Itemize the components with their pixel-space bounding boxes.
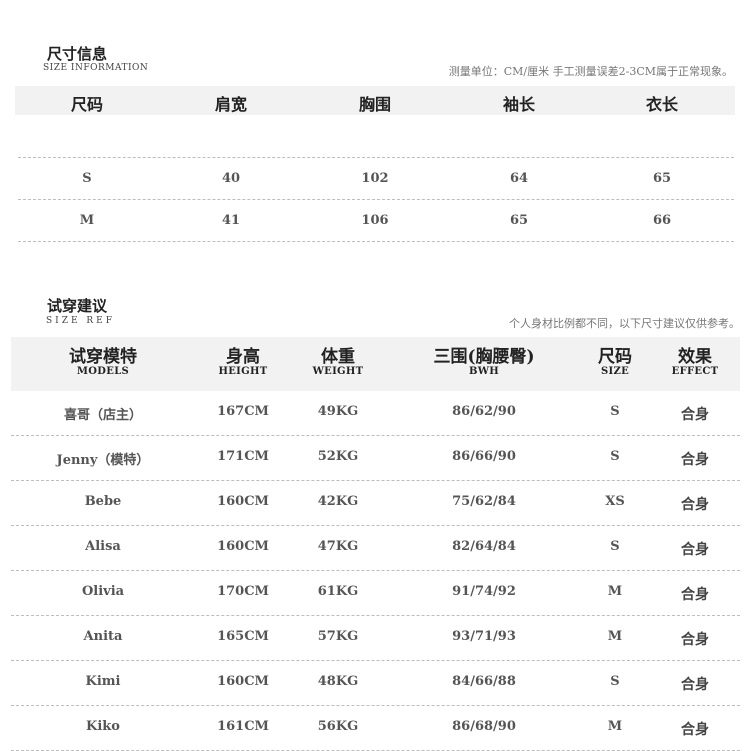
row-divider [11,525,740,526]
table-cell: 41 [221,213,241,228]
table-cell: 52KG [317,449,359,464]
table-cell: S [610,674,620,689]
table-cell: 56KG [317,719,359,734]
table-cell: 86/68/90 [452,719,516,734]
row-divider [11,435,740,436]
table-cell: 91/74/92 [452,584,516,599]
table-cell: 75/62/84 [452,494,516,509]
table-cell: 160CM [217,494,269,509]
table-cell: 喜哥（店主） [63,408,143,423]
ref-col-header-size: 尺码 SIZE [598,347,632,377]
table-cell: 48KG [317,674,359,689]
table-cell: Anita [83,629,123,644]
table-cell: Kiko [86,719,120,734]
table-cell: 160CM [217,674,269,689]
table-cell: M [607,584,623,599]
size-col-header: 肩宽 [214,95,248,114]
table-cell: 49KG [317,404,359,419]
table-cell: 64 [509,171,529,186]
row-divider [11,660,740,661]
size-col-header: 胸围 [358,95,392,114]
table-cell: 40 [221,171,241,186]
table-cell: S [610,539,620,554]
row-divider [18,157,734,158]
size-col-header: 衣长 [645,95,679,114]
table-cell: 65 [509,213,529,228]
table-cell: Jenny（模特） [56,453,150,468]
table-cell: M [79,213,95,228]
table-cell: XS [605,494,625,509]
table-cell: 66 [652,213,672,228]
row-divider [18,241,734,242]
ref-col-header-models: 试穿模特 MODELS [69,347,137,377]
size-info-note: 测量单位：CM/厘米 手工测量误差2-3CM属于正常现象。 [448,65,733,78]
row-divider [11,570,740,571]
table-cell: 合身 [681,722,709,738]
table-cell: Bebe [84,494,122,509]
table-cell: 合身 [681,587,709,603]
table-cell: 86/62/90 [452,404,516,419]
table-cell: 合身 [681,407,709,423]
table-cell: S [610,404,620,419]
ref-col-header-effect: 效果 EFFECT [671,347,719,377]
table-cell: 171CM [217,449,269,464]
table-cell: 170CM [217,584,269,599]
table-cell: 合身 [681,497,709,513]
table-cell: 合身 [681,632,709,648]
size-col-header: 袖长 [502,95,536,114]
table-cell: 47KG [317,539,359,554]
table-cell: 61KG [317,584,359,599]
table-cell: Olivia [81,584,125,599]
table-cell: 合身 [681,542,709,558]
size-ref-title: 试穿建议 [47,297,108,315]
table-cell: S [82,171,92,186]
table-cell: 合身 [681,677,709,693]
table-cell: 161CM [217,719,269,734]
table-cell: 160CM [217,539,269,554]
table-cell: 57KG [317,629,359,644]
table-cell: 102 [361,171,389,186]
row-divider [11,705,740,706]
ref-col-header-bwh: 三围(胸腰臀) BWH [433,347,535,377]
table-cell: M [607,629,623,644]
table-cell: 82/64/84 [452,539,516,554]
table-cell: 合身 [681,452,709,468]
ref-col-header-height: 身高 HEIGHT [218,347,268,377]
table-cell: 86/66/90 [452,449,516,464]
table-cell: 65 [652,171,672,186]
table-cell: S [610,449,620,464]
table-cell: Kimi [85,674,121,689]
table-cell: 84/66/88 [452,674,516,689]
row-divider [11,615,740,616]
table-cell: Alisa [85,539,121,554]
table-cell: M [607,719,623,734]
table-cell: 167CM [217,404,269,419]
size-ref-subtitle: SIZE REF [46,316,115,326]
table-cell: 93/71/93 [452,629,516,644]
size-col-header: 尺码 [70,95,104,114]
table-cell: 106 [361,213,389,228]
ref-col-header-weight: 体重 WEIGHT [312,347,364,377]
table-cell: 42KG [317,494,359,509]
size-ref-note: 个人身材比例都不同，以下尺寸建议仅供参考。 [509,317,740,330]
size-info-title: 尺寸信息 [47,45,108,63]
row-divider [18,199,734,200]
table-cell: 165CM [217,629,269,644]
row-divider [11,480,740,481]
size-info-subtitle: SIZE INFORMATION [43,63,149,73]
